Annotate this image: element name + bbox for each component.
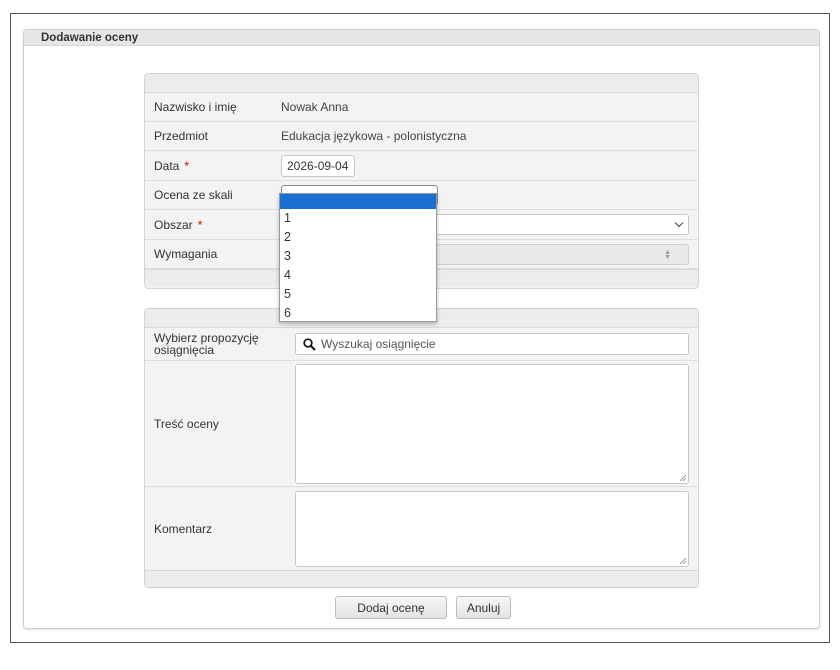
add-grade-button[interactable]: Dodaj ocenę	[335, 596, 447, 619]
achievement-row: Wybierz propozycję osiągnięcia Wyszukaj …	[145, 328, 698, 361]
search-placeholder: Wyszukaj osiągnięcie	[321, 337, 436, 351]
date-field[interactable]: 2026-09-04	[281, 154, 355, 177]
chevron-down-icon	[674, 218, 684, 228]
comment-row: Komentarz	[145, 487, 698, 570]
grade-details-box: Wybierz propozycję osiągnięcia Wyszukaj …	[144, 308, 699, 588]
area-label: Obszar *	[145, 210, 272, 239]
grade-option[interactable]: 4	[280, 266, 436, 285]
panel-title: Dodawanie oceny	[24, 30, 819, 46]
required-mark: *	[184, 158, 190, 173]
search-icon	[303, 337, 316, 351]
date-row: Data * 2026-09-04	[145, 151, 698, 181]
grade-option[interactable]: 1	[280, 209, 436, 228]
resize-grip-icon[interactable]	[680, 474, 686, 481]
subject-label: Przedmiot	[154, 129, 209, 143]
comment-textarea[interactable]	[295, 490, 689, 567]
student-label: Nazwisko i imię	[154, 100, 237, 114]
box-footer	[145, 570, 698, 587]
grade-option[interactable]: 6	[280, 304, 436, 323]
grade-option[interactable]: 5	[280, 285, 436, 304]
box-header	[145, 74, 698, 93]
area-label-text: Obszar	[154, 217, 193, 232]
requirements-label: Wymagania	[154, 247, 218, 261]
cancel-button[interactable]: Anuluj	[456, 596, 511, 619]
grade-label: Ocena ze skali	[154, 188, 233, 202]
comment-label: Komentarz	[154, 521, 213, 536]
student-row: Nazwisko i imię Nowak Anna	[145, 93, 698, 122]
grade-option[interactable]: 2	[280, 228, 436, 247]
add-grade-panel: Dodawanie oceny Nazwisko i imię Nowak An…	[23, 29, 820, 629]
required-mark: *	[197, 217, 203, 232]
achievement-label: Wybierz propozycję osiągnięcia	[154, 331, 259, 357]
subject-row: Przedmiot Edukacja językowa - polonistyc…	[145, 122, 698, 151]
date-label: Data *	[145, 151, 272, 180]
date-label-text: Data	[154, 158, 180, 173]
grade-dropdown-list[interactable]: 1 2 3 4 5 6	[279, 193, 437, 322]
subject-value: Edukacja językowa - polonistyczna	[281, 129, 467, 143]
updown-arrows-icon: ▲ ▼	[664, 248, 671, 261]
window-frame: Dodawanie oceny Nazwisko i imię Nowak An…	[10, 13, 830, 643]
content-label: Treść oceny	[154, 416, 219, 431]
grade-option[interactable]	[280, 194, 436, 209]
grade-option[interactable]: 3	[280, 247, 436, 266]
resize-grip-icon[interactable]	[680, 557, 686, 564]
achievement-search-input[interactable]: Wyszukaj osiągnięcie	[295, 333, 689, 355]
content-textarea[interactable]	[295, 363, 689, 484]
content-row: Treść oceny	[145, 361, 698, 487]
student-value: Nowak Anna	[281, 100, 349, 114]
